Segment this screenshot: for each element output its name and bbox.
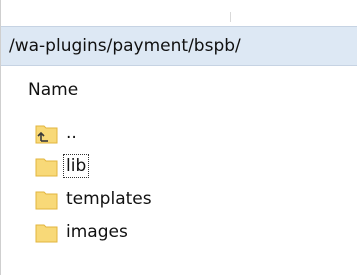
folder-up-icon	[35, 122, 58, 144]
list-item-lib[interactable]: lib	[35, 149, 154, 182]
column-header-name[interactable]: Name	[28, 80, 78, 100]
path-bar[interactable]: /wa-plugins/payment/bspb/	[1, 26, 357, 66]
folder-icon	[35, 221, 58, 243]
current-path: /wa-plugins/payment/bspb/	[9, 36, 241, 56]
list-item-templates[interactable]: templates	[35, 182, 154, 215]
folder-icon	[35, 155, 58, 177]
list-item-images[interactable]: images	[35, 215, 154, 248]
file-name: templates	[66, 188, 152, 209]
file-name: lib	[62, 153, 90, 178]
file-name: ..	[66, 122, 77, 143]
divider	[230, 12, 231, 22]
file-list: .. lib templates images	[35, 116, 154, 248]
file-name: images	[66, 221, 128, 242]
folder-icon	[35, 188, 58, 210]
list-item-parent-dir[interactable]: ..	[35, 116, 154, 149]
top-strip	[0, 0, 357, 26]
file-browser-panel: /wa-plugins/payment/bspb/ Name .. lib te…	[0, 0, 357, 275]
